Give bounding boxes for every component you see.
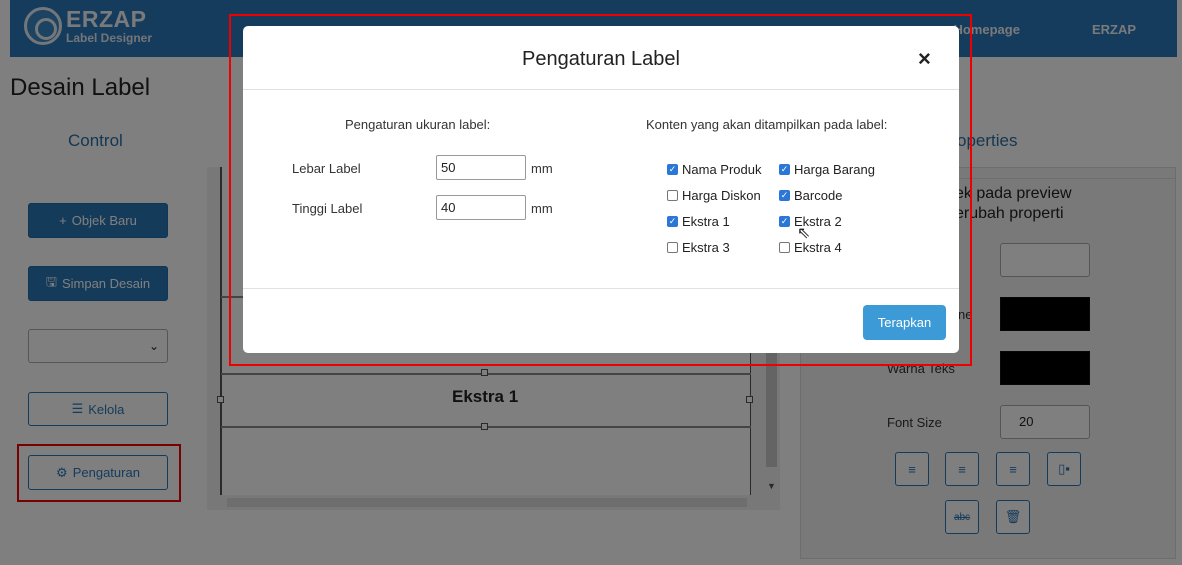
modal-highlight-box xyxy=(229,14,972,366)
